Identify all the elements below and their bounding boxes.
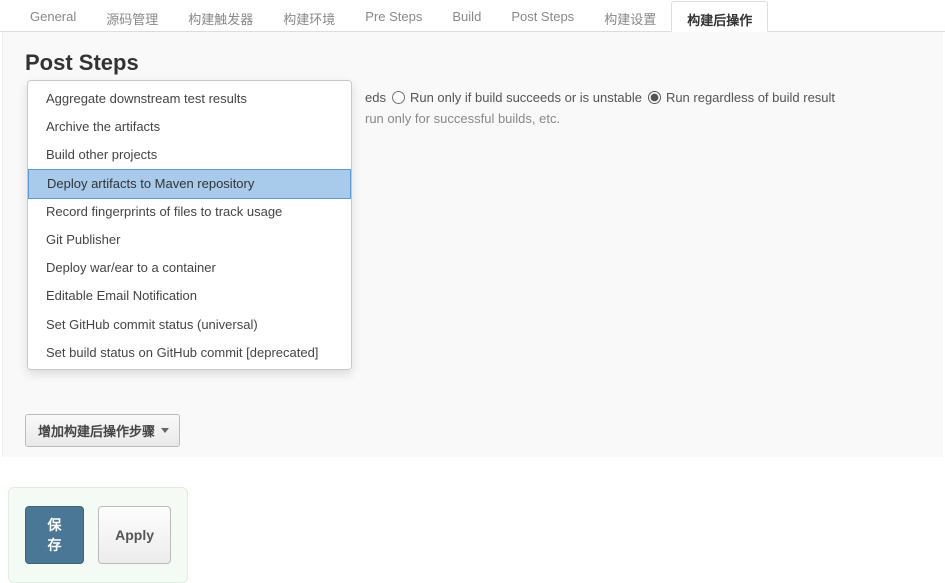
tab-general[interactable]: General bbox=[15, 1, 91, 32]
dropdown-item[interactable]: Set build status on GitHub commit [depre… bbox=[28, 339, 351, 367]
dropdown-item[interactable]: Editable Email Notification bbox=[28, 282, 351, 310]
radio-option-unstable[interactable]: Run only if build succeeds or is unstabl… bbox=[392, 90, 642, 105]
dropdown-item[interactable]: Deploy war/ear to a container bbox=[28, 254, 351, 282]
dropdown-item[interactable]: Delete workspace when build is done bbox=[28, 367, 351, 370]
dropdown-item[interactable]: Archive the artifacts bbox=[28, 113, 351, 141]
radio-unstable-label: Run only if build succeeds or is unstabl… bbox=[410, 90, 642, 105]
form-footer: 保存 Apply bbox=[8, 487, 188, 583]
add-post-build-step-label: 增加构建后操作步骤 bbox=[38, 421, 155, 440]
tab-post-steps[interactable]: Post Steps bbox=[496, 1, 589, 32]
tab-build-environment[interactable]: 构建环境 bbox=[268, 1, 350, 32]
radio-option-succeeds-partial: eds bbox=[365, 90, 386, 105]
tab-build-triggers[interactable]: 构建触发器 bbox=[173, 1, 268, 32]
radio-option-regardless[interactable]: Run regardless of build result bbox=[648, 90, 835, 105]
dropdown-item[interactable]: Git Publisher bbox=[28, 226, 351, 254]
tab-pre-steps[interactable]: Pre Steps bbox=[350, 1, 437, 32]
add-post-build-step-menu[interactable]: Aggregate downstream test resultsArchive… bbox=[27, 80, 352, 370]
dropdown-item[interactable]: Record fingerprints of files to track us… bbox=[28, 198, 351, 226]
section-title: Post Steps bbox=[25, 50, 921, 76]
radio-regardless-input[interactable] bbox=[648, 91, 661, 104]
dropdown-item[interactable]: Aggregate downstream test results bbox=[28, 85, 351, 113]
dropdown-item[interactable]: Set GitHub commit status (universal) bbox=[28, 311, 351, 339]
dropdown-item[interactable]: Build other projects bbox=[28, 141, 351, 169]
add-post-build-step-button[interactable]: 增加构建后操作步骤 bbox=[25, 414, 180, 447]
radio-regardless-label: Run regardless of build result bbox=[666, 90, 835, 105]
save-button[interactable]: 保存 bbox=[25, 506, 84, 564]
apply-button[interactable]: Apply bbox=[98, 506, 171, 564]
post-steps-section: Post Steps eds Run only if build succeed… bbox=[2, 32, 943, 457]
dropdown-item[interactable]: Deploy artifacts to Maven repository bbox=[28, 169, 351, 199]
chevron-down-icon bbox=[161, 428, 169, 433]
tab-post-build-actions[interactable]: 构建后操作 bbox=[671, 1, 768, 32]
tab-build-settings[interactable]: 构建设置 bbox=[589, 1, 671, 32]
radio-unstable-input[interactable] bbox=[392, 91, 405, 104]
tab-build[interactable]: Build bbox=[437, 1, 496, 32]
tab-source-management[interactable]: 源码管理 bbox=[91, 1, 173, 32]
config-tabs: General 源码管理 构建触发器 构建环境 Pre Steps Build … bbox=[0, 0, 945, 32]
